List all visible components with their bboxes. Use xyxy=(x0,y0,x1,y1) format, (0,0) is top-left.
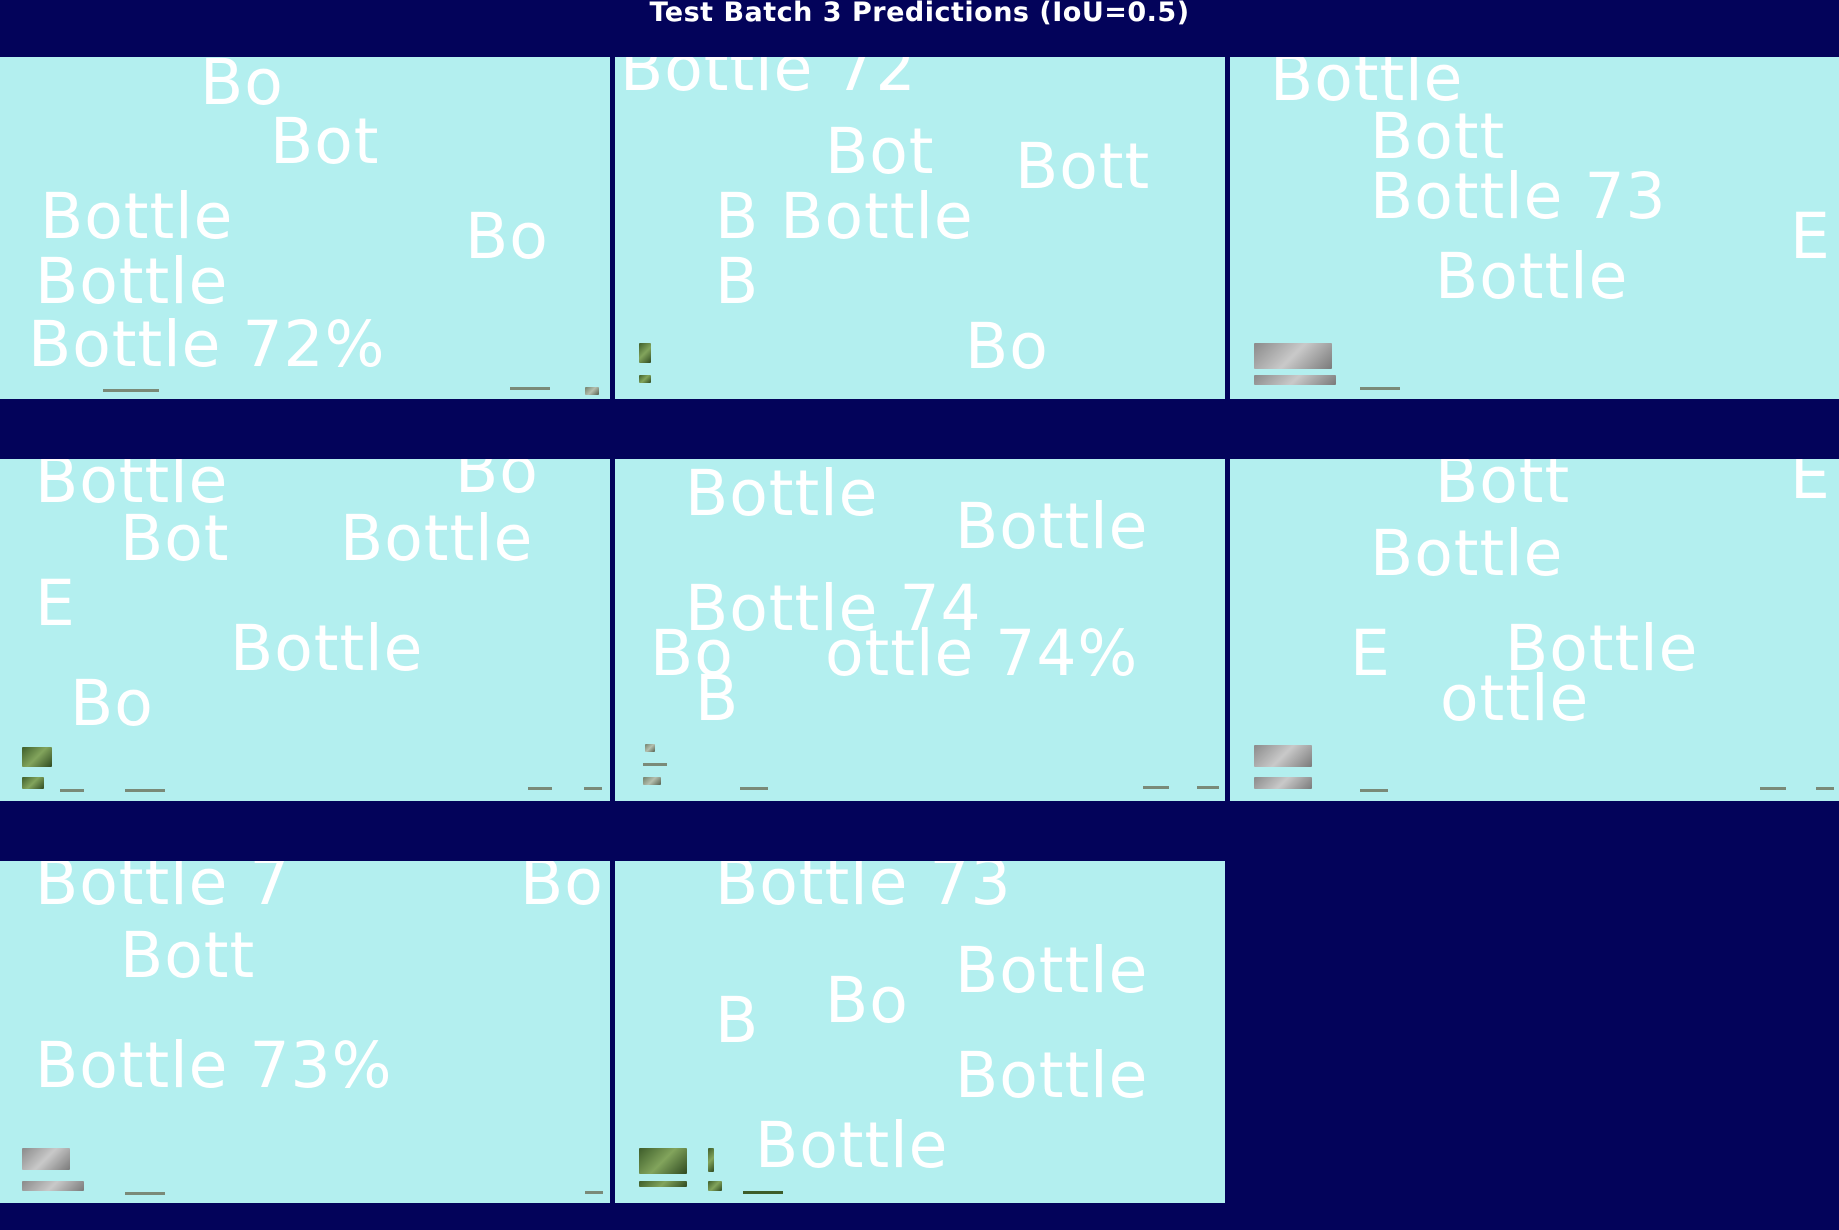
detection-label: Bottle xyxy=(685,459,879,530)
detection-label: Bottle 7 xyxy=(35,861,291,919)
detection-label: Bottle xyxy=(35,245,229,318)
prediction-panel-6: Bott Bottle Bottle E E ottle xyxy=(1230,459,1839,801)
image-thumbnail xyxy=(639,343,651,363)
detection-label: E xyxy=(1350,617,1391,690)
detection-label: Bot xyxy=(825,115,935,188)
detection-label: Bott xyxy=(1370,100,1506,173)
image-thumbnail xyxy=(1254,375,1336,385)
image-thumbnail xyxy=(1254,777,1312,789)
image-thumbnail xyxy=(585,387,599,395)
image-thumbnail xyxy=(708,1181,722,1191)
prediction-panel-4: Bottle Bo Bot Bottle Bottle Bo E xyxy=(0,459,610,801)
detection-label: Bottle xyxy=(955,490,1149,563)
image-thumbnail xyxy=(22,1148,70,1170)
detection-label: E xyxy=(35,567,76,640)
thumbnail-strip xyxy=(125,1192,165,1195)
detection-label: Bott xyxy=(120,919,256,992)
image-thumbnail xyxy=(22,1181,84,1191)
image-thumbnail xyxy=(1254,343,1332,369)
detection-label: Bo xyxy=(965,310,1049,383)
detection-label: Bottle xyxy=(955,1039,1149,1112)
detection-label: Bot xyxy=(270,105,380,178)
detection-label: Bott xyxy=(1015,130,1151,203)
image-thumbnail xyxy=(639,1181,687,1187)
detection-label: Bottle xyxy=(1370,517,1564,590)
image-thumbnail xyxy=(643,777,661,785)
image-thumbnail xyxy=(639,375,651,383)
detection-label: Bottle xyxy=(230,612,424,685)
detection-label: Bottle xyxy=(340,502,534,575)
image-thumbnail xyxy=(639,1148,687,1174)
detection-label: Bottle xyxy=(40,180,234,253)
image-thumbnail xyxy=(22,747,52,767)
detection-label: Bo xyxy=(465,200,549,273)
image-thumbnail xyxy=(1254,745,1312,767)
detection-label: Bottle 72% xyxy=(28,308,386,381)
detection-label: ottle xyxy=(1440,662,1590,735)
thumbnail-strip xyxy=(60,789,84,792)
prediction-panel-5: Bottle Bottle Bottle 74 Bo ottle 74% B xyxy=(615,459,1225,801)
detection-label: Bottle 73 xyxy=(715,861,1012,919)
thumbnail-strip xyxy=(1197,786,1219,789)
thumbnail-strip xyxy=(528,787,552,790)
prediction-panel-3: Bottle Bott Bottle 73 Bottle E xyxy=(1230,57,1839,399)
detection-label: Bo xyxy=(455,459,539,507)
thumbnail-strip xyxy=(643,763,667,766)
thumbnail-strip xyxy=(1760,787,1786,790)
detection-label: B Bottle xyxy=(715,180,974,253)
detection-label: Bottle xyxy=(955,934,1149,1007)
thumbnail-strip xyxy=(103,389,159,392)
detection-label: E xyxy=(1790,459,1831,513)
detection-label: Bottle 72 xyxy=(620,57,917,105)
detection-label: Bottle xyxy=(1435,240,1629,313)
detection-label: Bott xyxy=(1435,459,1571,517)
thumbnail-strip xyxy=(125,789,165,792)
thumbnail-strip xyxy=(510,387,550,390)
detection-label: Bottle xyxy=(755,1109,949,1182)
thumbnail-strip xyxy=(584,787,602,790)
thumbnail-strip xyxy=(1360,789,1388,792)
detection-label: B xyxy=(695,662,740,735)
detection-label: B xyxy=(715,245,760,318)
detection-label: Bot xyxy=(120,502,230,575)
prediction-panel-8: Bottle 73 Bottle Bo Bottle Bottle B xyxy=(615,861,1225,1203)
thumbnail-strip xyxy=(1143,786,1169,789)
prediction-panel-7: Bottle 7 Bott Bottle 73% Bo xyxy=(0,861,610,1203)
detection-label: Bo xyxy=(70,667,154,740)
detection-label: Bottle 73% xyxy=(35,1029,393,1102)
thumbnail-strip xyxy=(1360,387,1400,390)
thumbnail-strip xyxy=(585,1191,603,1194)
detection-label: B xyxy=(715,984,760,1057)
prediction-panel-2: Bottle 72 Bot Bott B Bottle B Bo xyxy=(615,57,1225,399)
thumbnail-strip xyxy=(740,787,768,790)
image-thumbnail xyxy=(22,777,44,789)
figure-title: Test Batch 3 Predictions (IoU=0.5) xyxy=(649,0,1190,28)
image-thumbnail xyxy=(645,744,655,752)
detection-label: ottle 74% xyxy=(825,617,1139,690)
detection-label: E xyxy=(1790,200,1831,273)
thumbnail-strip xyxy=(743,1191,783,1194)
detection-label: Bo xyxy=(825,964,909,1037)
detection-label: Bottle 73 xyxy=(1370,160,1667,233)
image-thumbnail xyxy=(708,1148,714,1172)
thumbnail-strip xyxy=(1816,787,1834,790)
prediction-panel-1: Bo Bot Bottle Bo Bottle Bottle 72% xyxy=(0,57,610,399)
detection-label: Bo xyxy=(520,861,604,919)
